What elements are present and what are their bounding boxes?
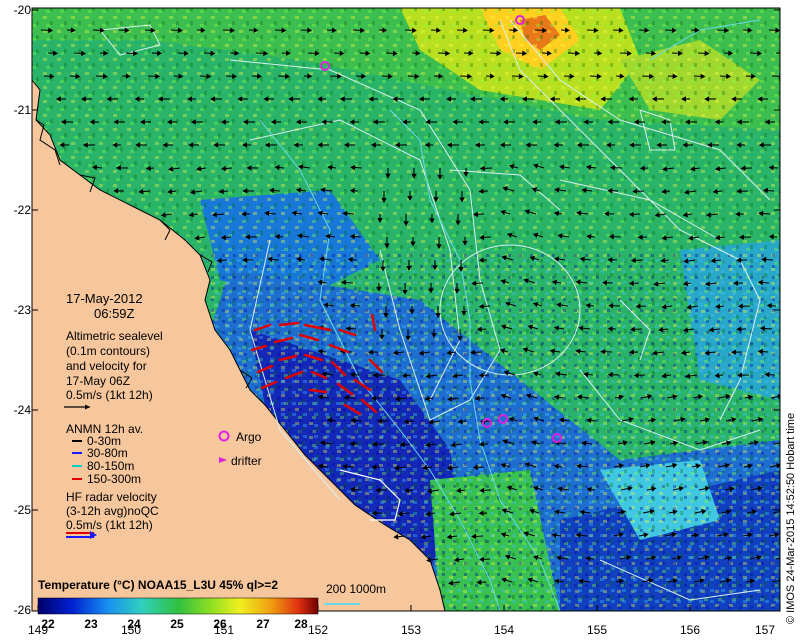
colorbar — [37, 597, 319, 615]
altimetry-line-2: (0.1m contours) — [66, 344, 151, 358]
colorbar-tick: 25 — [170, 617, 184, 631]
hf-line-3: 0.5m/s (1kt 12h) — [66, 518, 153, 532]
argo-legend-label: Argo — [236, 430, 262, 444]
colorbar-tick: 28 — [294, 617, 308, 631]
lon-tick-label: 154 — [493, 623, 515, 637]
velocity-arrow — [771, 75, 780, 77]
lon-tick-label: 155 — [586, 623, 608, 637]
altimetry-line-3: and velocity for — [66, 359, 147, 373]
lat-tick-label: -22 — [13, 203, 31, 217]
isobath-legend-label: 200 1000m — [326, 582, 387, 596]
colorbar-tick: 26 — [213, 617, 227, 631]
altimetry-line-4: 17-May 06Z — [66, 374, 131, 388]
lat-tick-label: -26 — [13, 603, 31, 617]
lat-tick-label: -20 — [13, 3, 31, 17]
lat-tick-label: -24 — [13, 403, 31, 417]
lat-tick-label: -23 — [13, 303, 31, 317]
drifter-legend-label: drifter — [231, 454, 262, 468]
velocity-arrow-head — [779, 508, 780, 513]
anmn-item-label: 30-80m — [87, 446, 128, 460]
map-date: 17-May-2012 — [66, 291, 143, 306]
lon-tick-label: 157 — [754, 623, 776, 637]
velocity-arrow-head — [779, 54, 780, 56]
lon-tick-label: 153 — [400, 623, 422, 637]
anmn-item-label: 150-300m — [87, 472, 142, 486]
lat-tick-label: -21 — [13, 103, 31, 117]
colorbar-title: Temperature (°C) NOAA15_L3U 45% ql>=2 — [38, 578, 278, 592]
anmn-item-label: 80-150m — [87, 459, 135, 473]
lat-tick-label: -25 — [13, 503, 31, 517]
credit-line: © IMOS 24-Mar-2015 14:52:50 Hobart time — [785, 412, 797, 624]
altimetry-line-1: Altimetric sealevel — [66, 329, 163, 343]
hf-line-2: (3-12h avg)noQC — [66, 504, 159, 518]
hf-line-1: HF radar velocity — [66, 490, 157, 504]
velocity-arrow-head — [779, 440, 780, 442]
map-time: 06:59Z — [94, 306, 135, 321]
colorbar-tick: 22 — [41, 617, 55, 631]
colorbar-tick: 24 — [127, 617, 141, 631]
colorbar-tick: 23 — [84, 617, 98, 631]
velocity-arrow-head — [779, 486, 780, 488]
scale-label: 0.5m/s (1kt 12h) — [66, 388, 153, 402]
velocity-arrow-head — [781, 556, 785, 560]
colorbar-tick: 27 — [256, 617, 270, 631]
lon-tick-label: 156 — [679, 623, 701, 637]
